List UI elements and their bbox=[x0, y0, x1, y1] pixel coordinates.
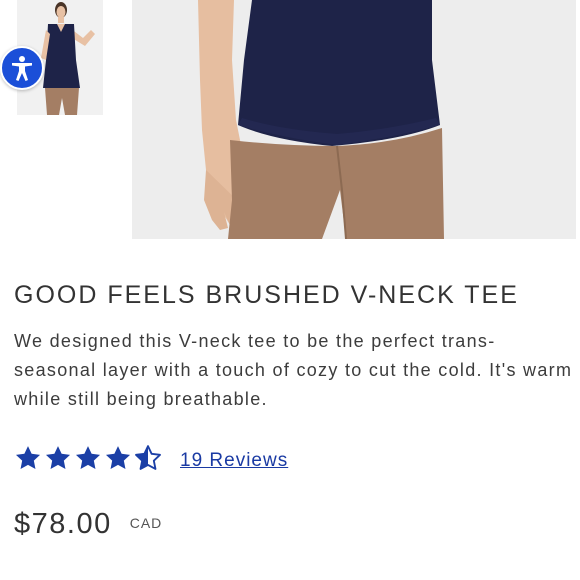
star-icon bbox=[45, 446, 71, 469]
price-currency: CAD bbox=[129, 515, 163, 531]
star-icon bbox=[105, 446, 131, 469]
star-half-icon bbox=[135, 445, 161, 470]
product-rating: 19 Reviews bbox=[14, 444, 288, 472]
product-price: $78.00 bbox=[14, 508, 112, 540]
star-icon bbox=[75, 446, 101, 469]
accessibility-person-icon bbox=[12, 56, 32, 81]
star-icon bbox=[15, 446, 41, 469]
rating-stars[interactable] bbox=[14, 444, 164, 472]
product-title: GOOD FEELS BRUSHED V-NECK TEE bbox=[14, 281, 519, 309]
product-main-image bbox=[132, 0, 576, 239]
reviews-link[interactable]: 19 Reviews bbox=[180, 444, 288, 472]
price-row: $78.00 CAD bbox=[14, 508, 162, 541]
accessibility-button[interactable] bbox=[0, 46, 44, 90]
product-description: We designed this V-neck tee to be the pe… bbox=[14, 331, 573, 409]
